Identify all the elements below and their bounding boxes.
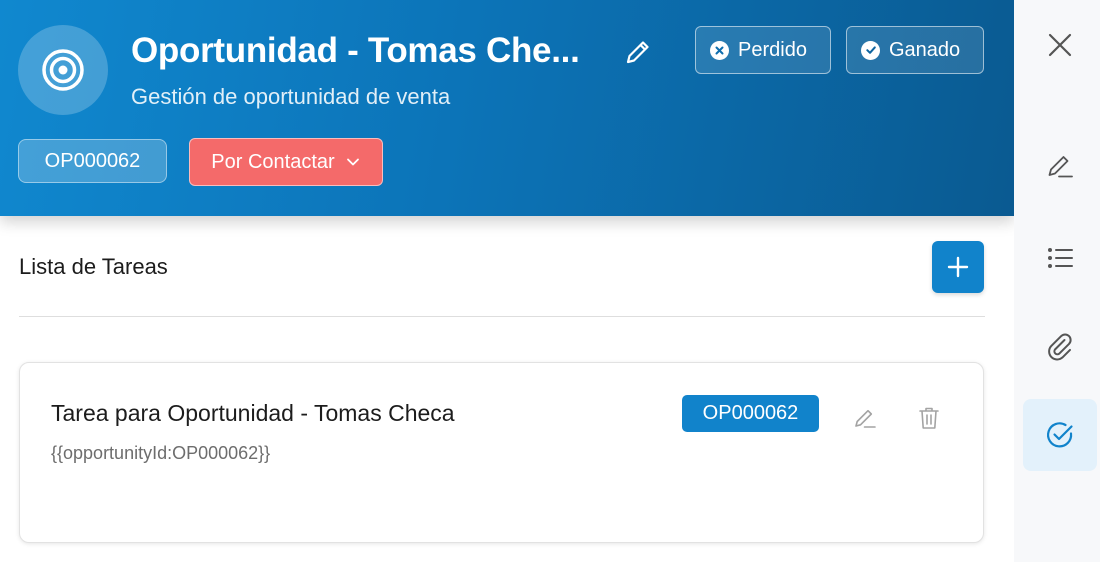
opportunity-code-badge: OP000062 [18,139,167,183]
pencil-icon [855,409,876,428]
pencil-icon [626,41,649,64]
check-circle-icon [1047,422,1073,448]
check-circle-icon [861,40,880,60]
chevron-down-icon [346,158,359,166]
target-icon [18,25,108,115]
list-icon [1048,248,1073,268]
section-divider [19,316,985,317]
delete-task-button[interactable] [914,403,944,433]
header: Oportunidad - Tomas Che... Gestión de op… [0,0,1014,216]
edit-icon [1048,156,1073,178]
task-title: Tarea para Oportunidad - Tomas Checa [51,400,455,426]
task-card[interactable]: Tarea para Oportunidad - Tomas Checa {{o… [19,362,984,543]
page-title: Oportunidad - Tomas Che... [131,31,580,70]
lost-button-label: Perdido [738,38,807,61]
rail-attachments-button[interactable] [1023,311,1097,383]
add-task-button[interactable] [932,241,984,293]
won-button-label: Ganado [889,38,961,61]
opportunity-panel: Oportunidad - Tomas Che... Gestión de op… [0,0,1100,562]
side-rail [1014,0,1100,562]
trash-icon [919,407,939,429]
main-content: Oportunidad - Tomas Che... Gestión de op… [0,0,1014,562]
edit-title-button[interactable] [620,34,656,70]
lost-button[interactable]: Perdido [695,26,831,74]
edit-task-button[interactable] [850,403,880,433]
task-description: {{opportunityId:OP000062}} [51,443,271,463]
rail-list-button[interactable] [1023,222,1097,294]
status-label: Por Contactar [211,150,335,173]
tasks-section-title: Lista de Tareas [19,254,168,279]
won-button[interactable]: Ganado [846,26,984,74]
rail-tasks-button[interactable] [1023,399,1097,471]
paperclip-icon [1048,333,1072,361]
close-button[interactable] [1023,9,1097,81]
close-icon [1048,33,1072,57]
status-dropdown[interactable]: Por Contactar [189,138,383,186]
page-subtitle: Gestión de oportunidad de venta [131,84,451,109]
x-circle-icon [710,40,729,60]
rail-edit-button[interactable] [1023,130,1097,202]
task-opportunity-badge: OP000062 [682,395,819,432]
plus-icon [947,256,969,278]
